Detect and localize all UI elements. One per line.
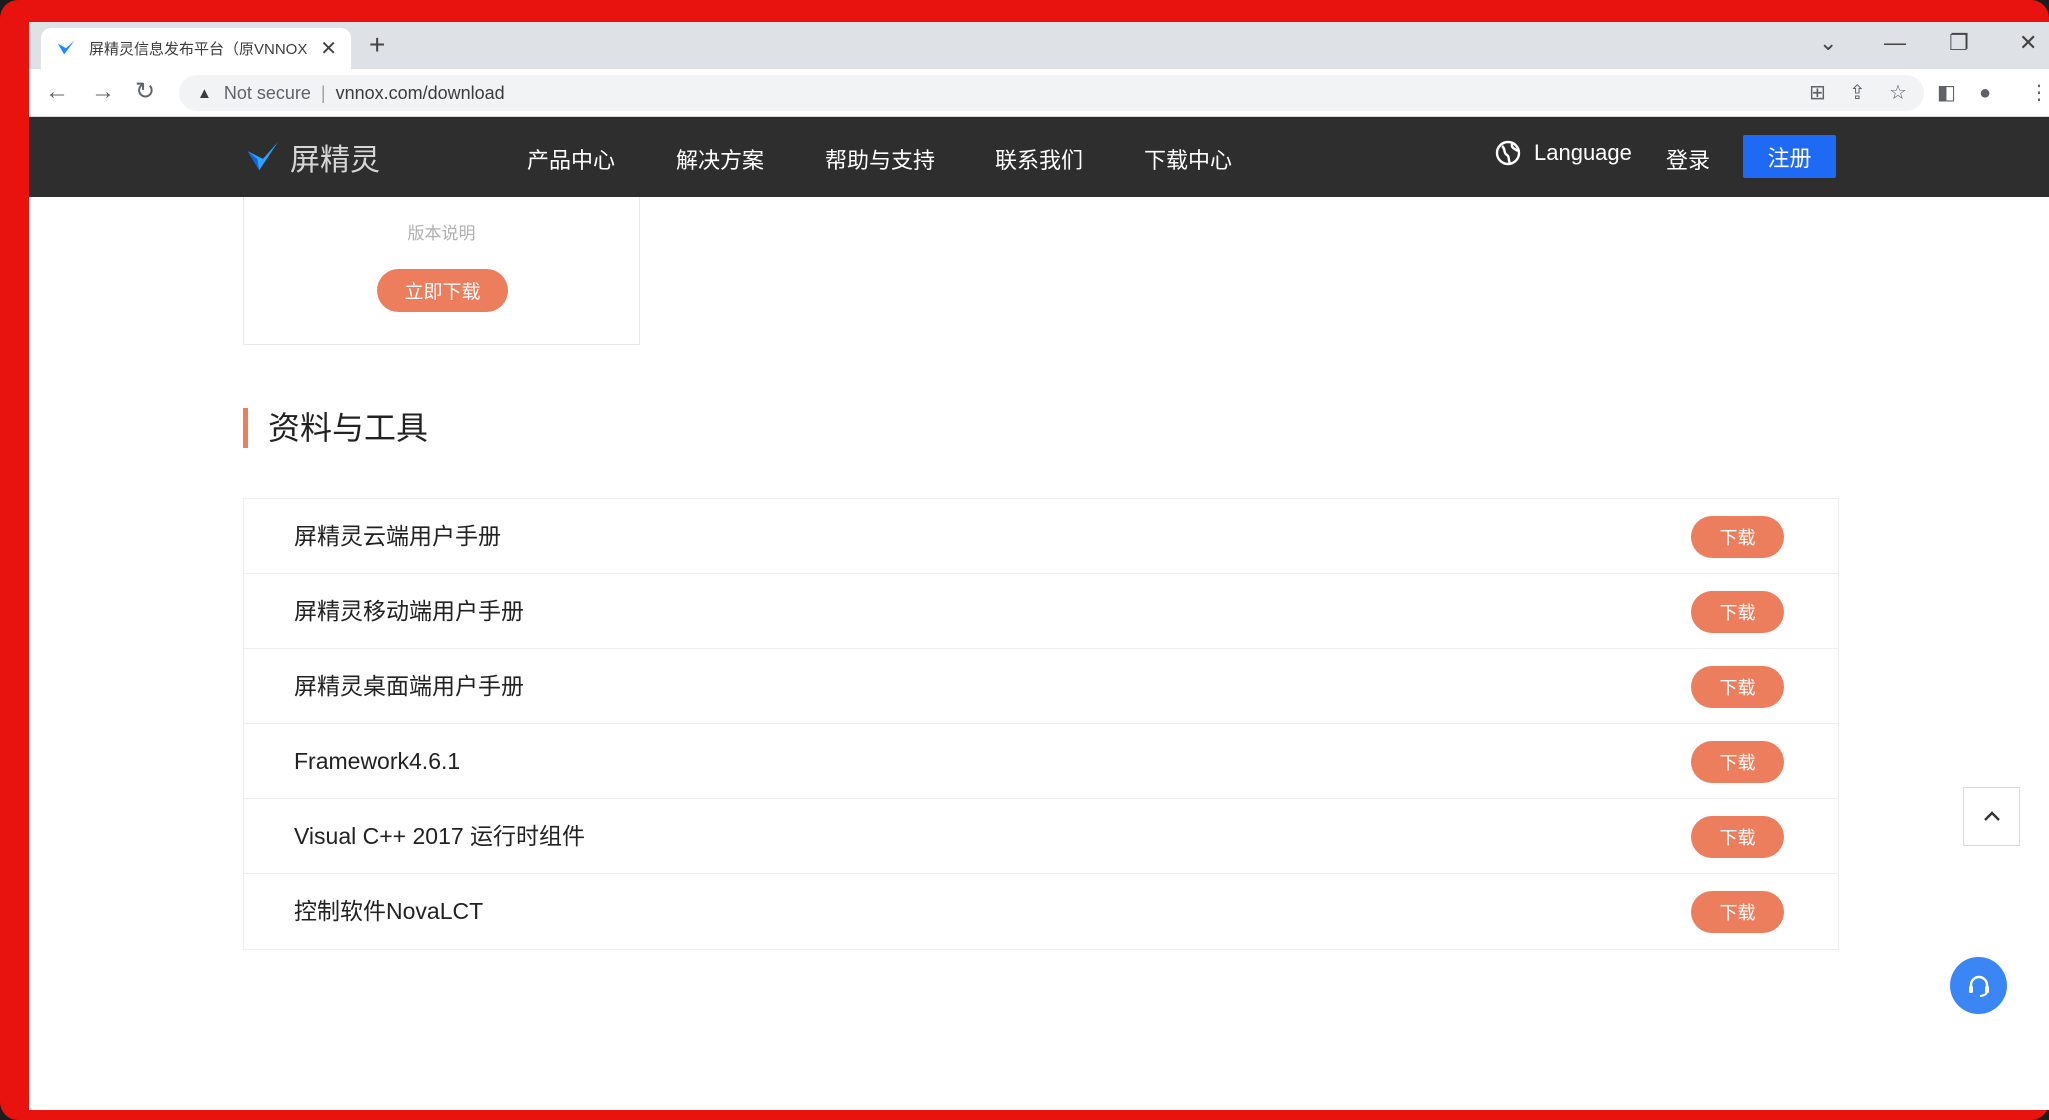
list-item: 控制软件NovaLCT 下载: [244, 874, 1838, 949]
omnibox[interactable]: ▲ Not secure | vnnox.com/download: [179, 75, 1924, 111]
download-list: 屏精灵云端用户手册 下载 屏精灵移动端用户手册 下载 屏精灵桌面端用户手册 下载…: [243, 498, 1839, 950]
reload-icon[interactable]: ↻: [135, 78, 155, 106]
language-label: Language: [1534, 140, 1632, 165]
not-secure-label: Not secure: [223, 82, 311, 103]
tab-title: 屏精灵信息发布平台（原VNNOX: [89, 41, 308, 58]
list-item: 屏精灵移动端用户手册 下载: [244, 574, 1838, 649]
register-button[interactable]: 注册: [1743, 135, 1836, 178]
bookmark-star-icon[interactable]: ☆: [1889, 81, 1907, 105]
sdk-download-button[interactable]: 立即下载: [377, 269, 508, 312]
back-icon[interactable]: ←: [45, 78, 69, 106]
list-item: Visual C++ 2017 运行时组件 下载: [244, 799, 1838, 874]
site-logo[interactable]: 屏精灵: [244, 135, 380, 179]
url-separator: |: [320, 82, 326, 103]
item-name: 屏精灵移动端用户手册: [294, 598, 524, 624]
customer-support-button[interactable]: [1950, 957, 2007, 1014]
minimize-icon[interactable]: —: [1884, 30, 1906, 56]
share-icon[interactable]: ⇪: [1849, 81, 1866, 105]
browser-tab[interactable]: 屏精灵信息发布平台（原VNNOX ✕: [41, 28, 351, 69]
site-favicon-icon: [57, 40, 75, 54]
address-bar-row: ← → ↻ ▲ Not secure | vnnox.com/download …: [29, 69, 2049, 117]
item-name: Framework4.6.1: [294, 748, 461, 774]
url-text[interactable]: vnnox.com/download: [336, 83, 505, 104]
browser-window: 屏精灵信息发布平台（原VNNOX ✕ + ⌄ — ❐ ✕ ← → ↻ ▲ Not…: [29, 22, 2049, 1110]
translate-icon[interactable]: ⊞: [1809, 81, 1826, 105]
download-button[interactable]: 下载: [1691, 741, 1784, 783]
list-item: Framework4.6.1 下载: [244, 724, 1838, 799]
section-title-materials-tools: 资料与工具: [243, 408, 428, 448]
nav-download-center[interactable]: 下载中心: [1144, 143, 1232, 175]
side-panel-icon[interactable]: ◧: [1937, 81, 1956, 105]
brand-logo-icon: [247, 141, 279, 171]
download-button[interactable]: 下载: [1691, 816, 1784, 858]
browser-menu-icon[interactable]: ⋮: [2029, 81, 2049, 105]
list-item: 屏精灵桌面端用户手册 下载: [244, 649, 1838, 724]
nav-help-support[interactable]: 帮助与支持: [825, 143, 935, 175]
site-header: 屏精灵 产品中心 解决方案 帮助与支持 联系我们 下载中心 Language 登…: [29, 117, 2049, 197]
headset-icon: [1968, 975, 1989, 997]
login-link[interactable]: 登录: [1666, 143, 1710, 175]
globe-icon: [1495, 140, 1521, 166]
sdk-version-notes-link[interactable]: 版本说明: [244, 219, 639, 244]
item-name: 屏精灵云端用户手册: [294, 523, 501, 549]
nav-contact[interactable]: 联系我们: [995, 143, 1083, 175]
brand-name: 屏精灵: [290, 144, 380, 177]
not-secure-warning-icon: ▲: [197, 84, 212, 102]
tab-close-icon[interactable]: ✕: [320, 36, 337, 61]
sdk-download-card: 版本说明 立即下载: [243, 197, 640, 345]
profile-icon[interactable]: ●: [1979, 81, 1991, 105]
download-button[interactable]: 下载: [1691, 666, 1784, 708]
item-name: 屏精灵桌面端用户手册: [294, 673, 524, 699]
download-button[interactable]: 下载: [1691, 516, 1784, 558]
window-close-icon[interactable]: ✕: [2019, 30, 2037, 56]
item-name: Visual C++ 2017 运行时组件: [294, 823, 586, 849]
new-tab-button[interactable]: +: [369, 31, 385, 59]
tab-search-dropdown-icon[interactable]: ⌄: [1819, 30, 1837, 56]
forward-icon[interactable]: →: [91, 78, 115, 106]
restore-icon[interactable]: ❐: [1949, 30, 1969, 56]
language-selector[interactable]: Language: [1494, 139, 1632, 167]
chevron-up-icon: [1983, 810, 2000, 821]
tab-strip: 屏精灵信息发布平台（原VNNOX ✕ + ⌄ — ❐ ✕: [29, 22, 2049, 69]
outer-red-frame: 屏精灵信息发布平台（原VNNOX ✕ + ⌄ — ❐ ✕ ← → ↻ ▲ Not…: [0, 0, 2049, 1120]
back-to-top-button[interactable]: [1963, 787, 2020, 846]
download-button[interactable]: 下载: [1691, 891, 1784, 933]
download-button[interactable]: 下载: [1691, 591, 1784, 633]
item-name: 控制软件NovaLCT: [294, 898, 484, 924]
nav-solutions[interactable]: 解决方案: [676, 143, 764, 175]
list-item: 屏精灵云端用户手册 下载: [244, 499, 1838, 574]
nav-products[interactable]: 产品中心: [527, 143, 615, 175]
